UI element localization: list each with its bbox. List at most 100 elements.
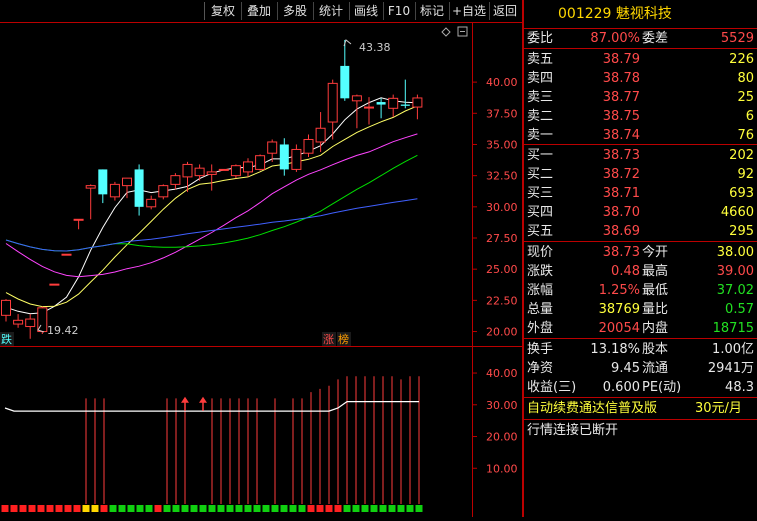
sub-y-axis: 10.00 20.00 30.00 40.00 [472,367,518,475]
sell-volume: 25 [737,90,754,105]
signal-square [73,505,81,512]
finance-value: 1.00亿 [712,342,754,357]
candle [1,299,11,322]
back-button[interactable]: 返回 [489,2,521,20]
stat-label: 量比 [642,302,669,317]
candle-body [73,218,84,221]
signal-square [10,505,18,512]
signal-square [298,505,306,512]
buy-row: 买二 38.72 92 [524,165,757,184]
divider [524,397,757,398]
signal-square [208,505,216,512]
candle-body [388,97,399,109]
candle [206,164,217,191]
y-tick-label: 32.50 [486,170,518,183]
stat-label: 最高 [642,264,669,279]
sell-row: 卖一 38.74 76 [524,126,757,145]
buy-price: 38.70 [602,205,640,220]
promo-price: 30元/月 [695,401,742,416]
signal-square [172,505,180,512]
statistics-button[interactable]: 统计 [313,2,350,20]
arrow-head [181,396,189,403]
candle-body [98,169,108,195]
buy-price: 38.71 [602,186,640,201]
quote-panel: 001229 魅视科技 委比 87.00% 委差 5529 卖五 38.79 226… [522,0,757,517]
stat-label: 外盘 [527,321,554,336]
mark-button[interactable]: 标记 [415,2,450,20]
sell-price: 38.77 [602,90,640,105]
divider [524,241,757,242]
buy-volume: 92 [737,167,754,182]
finance-value: 0.600 [602,380,640,395]
weibi-row: 委比 87.00% 委差 5529 [527,31,754,46]
stat-value: 38769 [598,302,640,317]
candle [291,144,302,172]
up-arrow-icon [199,396,207,411]
candle [412,94,423,120]
draw-line-button[interactable]: 画线 [349,2,384,20]
candle [170,173,181,190]
fuquan-button[interactable]: 复权 [205,2,242,20]
stat-label: 最低 [642,283,669,298]
sell-volume: 226 [729,52,754,67]
divider [524,48,757,49]
candle [376,98,386,119]
stat-value: 38.73 [602,245,640,260]
f10-button[interactable]: F10 [383,2,416,20]
sell-level-label: 卖四 [527,71,554,86]
candle-body [351,95,362,102]
candle-body [364,106,374,109]
y-tick-label: 27.50 [486,232,518,245]
signal-square [289,505,297,512]
expand-diamond-icon[interactable] [441,27,451,37]
candle [194,164,205,181]
candle-body [230,165,241,177]
candle [122,177,132,199]
kline-chart-area[interactable]: 20.00 22.50 25.00 27.50 30.00 32.50 35.00 37.50… [0,22,522,517]
stat-label: 涨幅 [527,283,554,298]
signal-square [181,505,189,512]
candle-body [13,319,24,325]
signal-square [118,505,126,512]
signal-square [388,505,396,512]
candle-body [85,185,96,189]
finance-row: 换手 13.18% 股本 1.00亿 [524,340,757,359]
buy-volume: 295 [729,224,754,239]
stat-value: 18715 [712,321,754,336]
candle-body [218,168,229,171]
stat-row: 总量 38769 量比 0.57 [524,300,757,319]
signal-square [19,505,27,512]
sell-row: 卖四 38.78 80 [524,69,757,88]
sell-volume: 76 [737,128,754,143]
promo-row[interactable]: 自动续费通达信普及版 30元/月 [524,399,757,418]
stat-value: 39.00 [716,264,754,279]
chart-toolbar: 复权 叠加 多股 统计 画线 F10 标记 +自选 返回 [0,0,522,22]
y-tick-label: 35.00 [486,138,518,151]
overlay-button[interactable]: 叠加 [241,2,278,20]
signal-square [397,505,405,512]
candle-body [25,318,36,328]
signal-square [262,505,270,512]
sub-indicator-arrows [181,396,207,411]
candle-body [206,171,217,175]
window-toggle-icon[interactable] [457,26,468,37]
candle-body [315,127,326,143]
signal-square [325,505,333,512]
signal-square [235,505,243,512]
multi-stock-button[interactable]: 多股 [277,2,314,20]
stat-label: 内盘 [642,321,669,336]
signal-square [145,505,153,512]
divider [524,419,757,420]
signal-square [46,505,54,512]
signal-square [352,505,360,512]
stock-name: 魅视科技 [615,6,672,22]
low-price-label: 19.42 [47,324,79,337]
stat-row: 涨幅 1.25% 最低 37.02 [524,281,757,300]
add-watchlist-button[interactable]: +自选 [449,2,490,20]
candle [388,94,399,118]
status-row: 行情连接已断开 [524,421,757,440]
signal-square [55,505,63,512]
signal-squares [1,505,423,512]
signal-square [82,505,90,512]
kline-chart-svg[interactable]: 20.00 22.50 25.00 27.50 30.00 32.50 35.00 37.50… [0,22,522,517]
